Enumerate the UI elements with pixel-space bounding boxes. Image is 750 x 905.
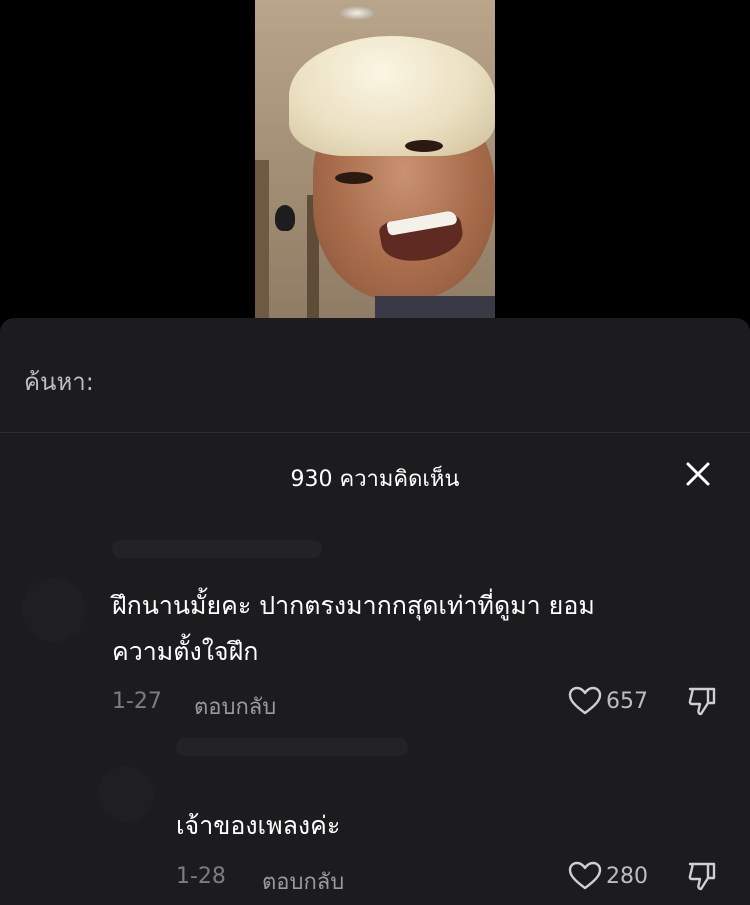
person-eye-left	[335, 172, 373, 184]
ceiling-light	[339, 6, 375, 20]
comment-date: 1-28	[176, 864, 226, 889]
like-count: 280	[606, 864, 648, 889]
door-frame	[255, 160, 269, 320]
comments-sheet: ค้นหา: 930 ความคิดเห็น ฝึกนานมั้ยคะ ปากต…	[0, 318, 750, 905]
like-button[interactable]	[568, 686, 602, 716]
comment-text-line1: ฝึกนานมั้ยคะ ปากตรงมากกสุดเท่าที่ดูมา ยอ…	[112, 591, 595, 620]
person-eye-right	[405, 140, 443, 152]
like-count: 657	[606, 689, 648, 714]
comment-date: 1-27	[112, 689, 162, 714]
close-button[interactable]	[684, 460, 712, 488]
close-icon	[686, 462, 710, 486]
comment-reply-button[interactable]: ตอบกลับ	[194, 689, 276, 724]
video-thumbnail[interactable]	[255, 0, 495, 320]
thumbs-down-icon	[688, 687, 716, 716]
comment-count-title: 930 ความคิดเห็น	[290, 467, 460, 492]
search-input[interactable]	[120, 356, 516, 392]
person-shirt	[375, 296, 495, 320]
comment-avatar[interactable]	[22, 578, 86, 642]
comment-reply-button[interactable]: ตอบกลับ	[262, 864, 344, 899]
person-hair	[289, 36, 495, 156]
heart-icon	[568, 686, 602, 715]
comments-header: 930 ความคิดเห็น	[0, 433, 750, 513]
comment-username-hidden[interactable]	[176, 738, 408, 756]
heart-icon	[568, 861, 602, 890]
search-bar: ค้นหา:	[0, 318, 750, 433]
hanging-hat	[275, 205, 295, 231]
comment-text-line1: เจ้าของเพลงค่ะ	[176, 811, 341, 840]
comment-username-hidden[interactable]	[112, 540, 322, 558]
video-background	[0, 0, 750, 320]
comment-avatar[interactable]	[98, 766, 154, 822]
dislike-button[interactable]	[686, 860, 718, 892]
comment-text-line2: ความตั้งใจฝึก	[112, 637, 259, 666]
like-button[interactable]	[568, 861, 602, 891]
thumbs-down-icon	[688, 862, 716, 891]
search-label: ค้นหา:	[24, 368, 94, 396]
dislike-button[interactable]	[686, 685, 718, 717]
